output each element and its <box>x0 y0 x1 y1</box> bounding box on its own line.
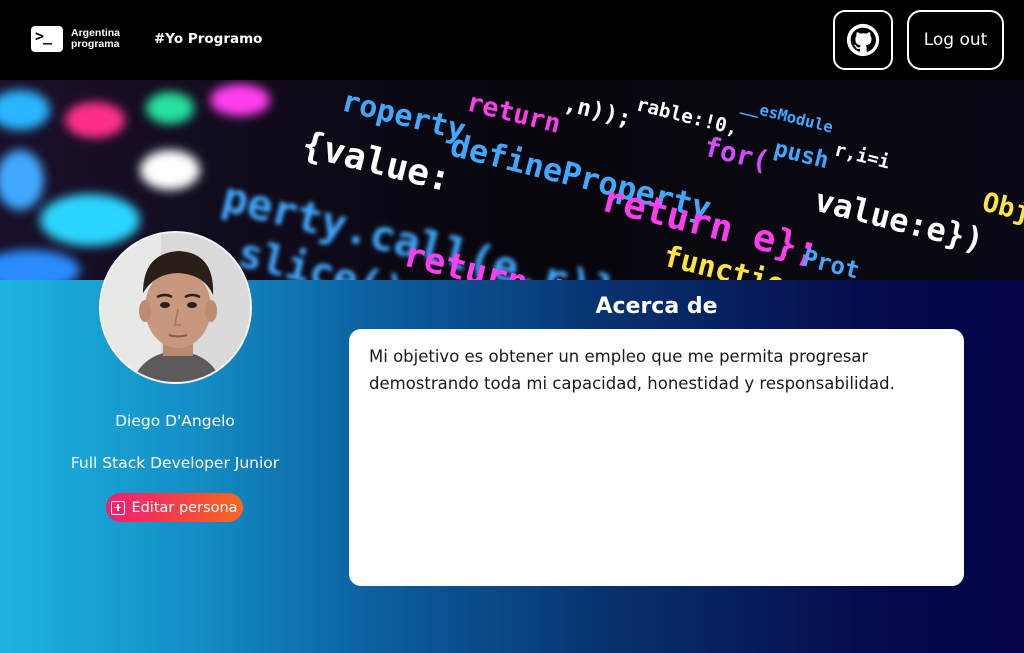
argentina-programa-logo[interactable]: >_ Argentina programa <box>31 26 120 52</box>
profile-photo <box>101 233 250 382</box>
avatar <box>99 231 252 384</box>
logout-button[interactable]: Log out <box>907 10 1004 70</box>
about-heading: Acerca de <box>595 294 718 319</box>
github-button[interactable] <box>833 10 893 70</box>
github-icon <box>846 23 880 57</box>
plus-square-icon <box>111 500 126 515</box>
yo-programo-hashtag: #Yo Programo <box>154 31 263 47</box>
person-title: Full Stack Developer Junior <box>70 454 280 472</box>
edit-person-button[interactable]: Editar persona <box>106 493 243 522</box>
logo-line-2: programa <box>71 38 120 50</box>
terminal-icon: >_ <box>31 26 63 52</box>
edit-person-label: Editar persona <box>131 499 238 516</box>
about-card: Mi objetivo es obtener un empleo que me … <box>349 329 964 586</box>
person-name: Diego D'Angelo <box>115 412 235 430</box>
navbar: >_ Argentina programa #Yo Programo Log o… <box>0 0 1024 80</box>
about-text: Mi objetivo es obtener un empleo que me … <box>369 347 895 393</box>
